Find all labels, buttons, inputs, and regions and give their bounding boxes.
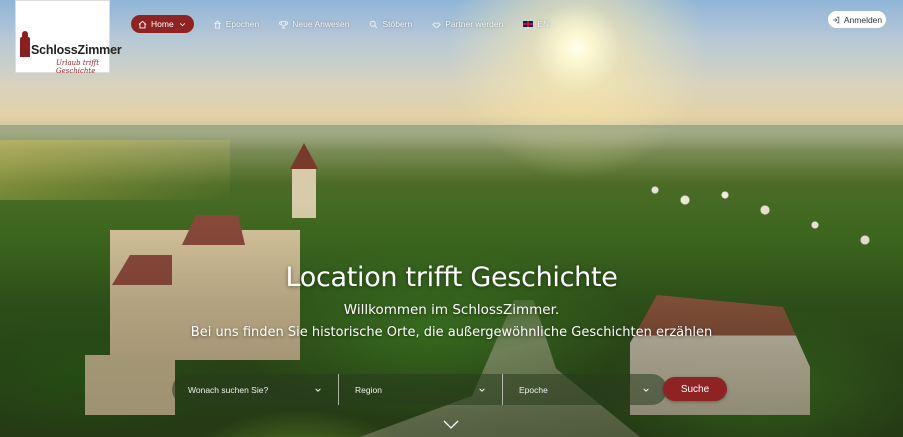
nav-item-label: Home [151, 19, 174, 29]
main-nav: Home Epochen Neue Anwesen Stöbern Partne… [131, 15, 569, 33]
nav-item-neue-anwesen[interactable]: Neue Anwesen [279, 15, 349, 33]
login-button[interactable]: Anmelden [828, 11, 886, 28]
nav-item-partner-werden[interactable]: Partner werden [432, 15, 503, 33]
search-epoch-placeholder: Epoche [519, 384, 548, 395]
hero-background-image [0, 0, 903, 437]
search-bar: Wonach suchen Sie? Region Epoche [172, 374, 667, 405]
logo-text: SchlossZimmer [31, 43, 122, 57]
search-epoch-select[interactable]: Epoche [502, 374, 666, 405]
search-region-placeholder: Region [355, 384, 382, 395]
nav-item-label: Neue Anwesen [292, 19, 350, 29]
search-what-select[interactable]: Wonach suchen Sie? [172, 374, 338, 405]
trophy-icon [279, 20, 289, 29]
nav-item-language-en[interactable]: EN [523, 15, 549, 33]
search-button[interactable]: Suche [663, 377, 727, 401]
site-logo[interactable]: SchlossZimmer Urlaub trifft Geschichte [15, 0, 122, 75]
hero-subtitle: Willkommen im SchlossZimmer. [343, 302, 560, 318]
login-label: Anmelden [843, 14, 883, 25]
login-icon [833, 16, 840, 23]
chevron-down-icon [643, 387, 649, 392]
nav-item-label: Epochen [225, 19, 260, 29]
handshake-icon [432, 20, 441, 29]
nav-item-home[interactable]: Home [131, 15, 194, 33]
scroll-down-icon[interactable] [442, 418, 460, 430]
hero-shade [0, 0, 903, 437]
search-region-select[interactable]: Region [338, 374, 502, 405]
nav-item-label: EN [537, 19, 550, 29]
home-icon [138, 20, 147, 29]
chevron-down-icon [315, 387, 321, 392]
nav-item-label: Partner werden [445, 19, 504, 29]
epochs-icon [213, 20, 222, 29]
search-what-placeholder: Wonach suchen Sie? [188, 384, 269, 395]
hero-description: Bei uns finden Sie historische Orte, die… [190, 325, 713, 340]
nav-item-stoebern[interactable]: Stöbern [369, 15, 412, 33]
chevron-down-icon [479, 387, 485, 392]
hero-title: Location trifft Geschichte [285, 262, 618, 293]
logo-mark-icon [20, 31, 30, 57]
search-icon [369, 20, 378, 29]
uk-flag-icon [523, 21, 534, 27]
nav-item-label: Stöbern [382, 19, 413, 29]
nav-item-epochen[interactable]: Epochen [213, 15, 260, 33]
logo-tagline: Urlaub trifft Geschichte [56, 59, 100, 75]
chevron-down-icon [178, 20, 187, 29]
